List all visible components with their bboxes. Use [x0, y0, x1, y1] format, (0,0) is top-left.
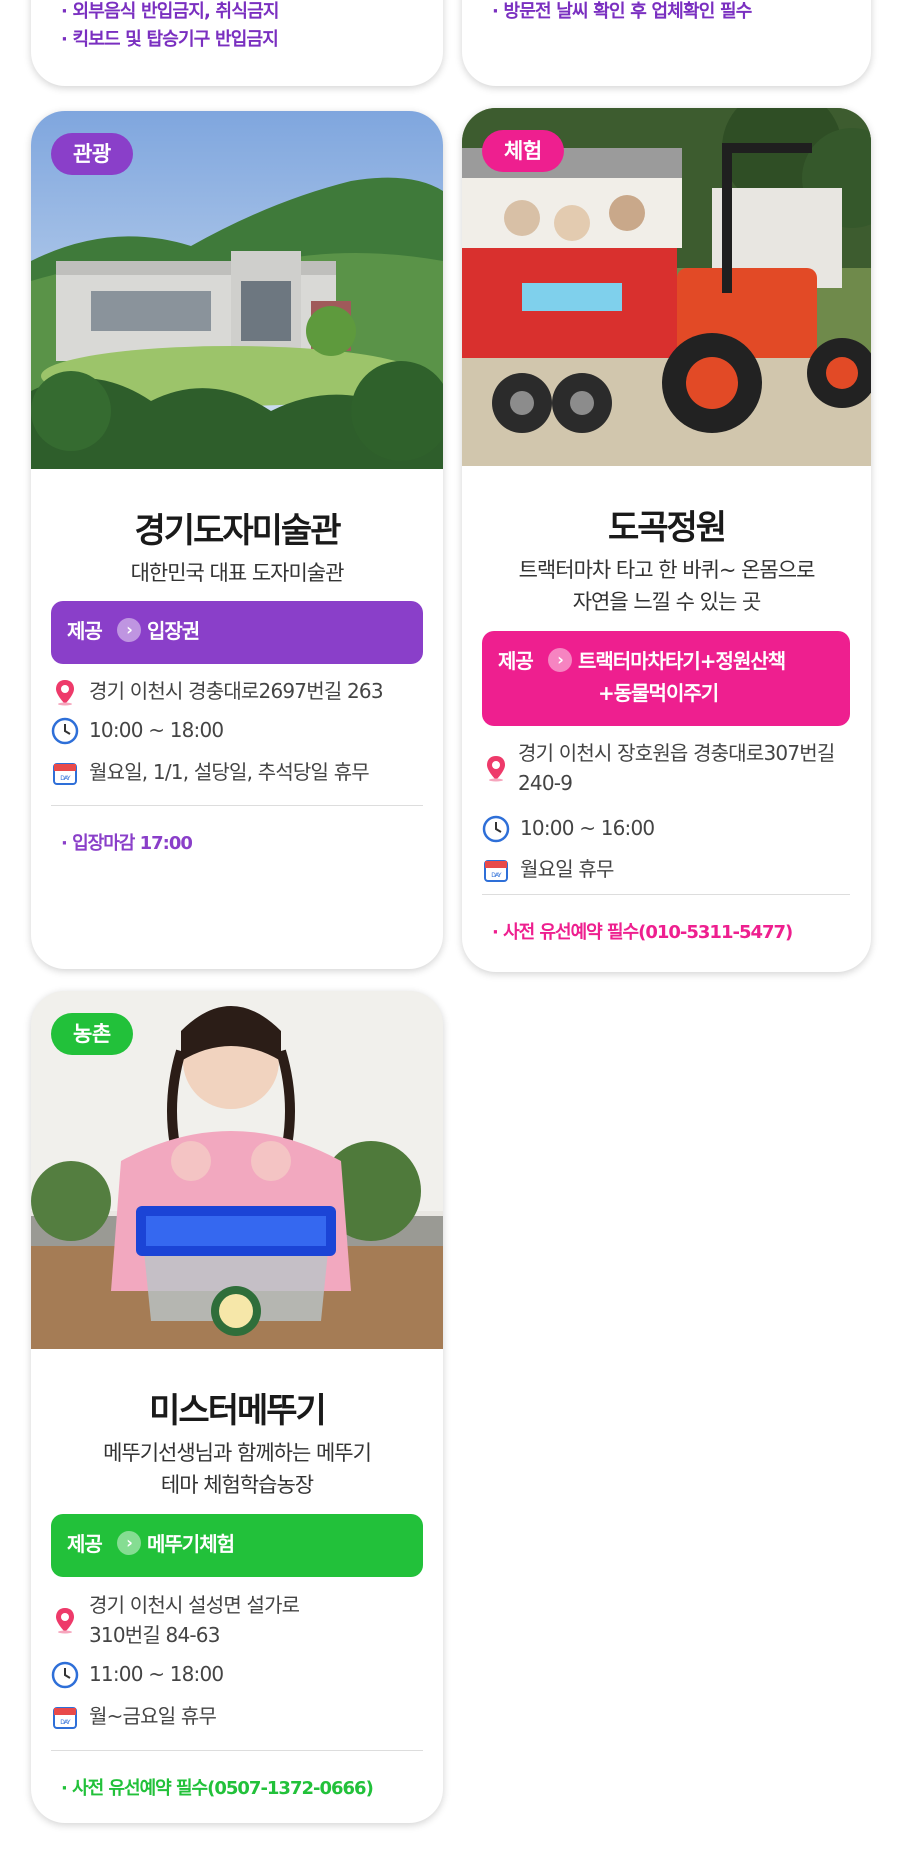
- provide-value: +동물먹이주기: [598, 681, 719, 705]
- place-title: 도곡정원: [607, 508, 727, 548]
- category-badge: 관광: [51, 133, 133, 175]
- provide-box: 제공 › 메뚜기체험: [51, 1514, 423, 1577]
- place-title: 경기도자미술관: [134, 511, 342, 551]
- calendar-icon: DAY: [53, 763, 77, 785]
- visit-note: · 사전 유선예약 필수(010-5311-5477): [492, 922, 793, 943]
- address-row: 경기 이천시 경충대로2697번길 263: [51, 676, 431, 706]
- visit-note: · 입장마감 17:00: [61, 833, 193, 854]
- closed-text: 월요일, 1/1, 설당일, 추석당일 휴무: [89, 760, 370, 784]
- place-card-grasshopper-farm[interactable]: 농촌 미스터메뚜기 메뚜기선생님과 함께하는 메뚜기 테마 체험학습농장 제공 …: [31, 991, 443, 1823]
- chevron-right-icon: ›: [117, 1531, 141, 1555]
- place-card-garden[interactable]: 체험 도곡정원 트랙터마차 타고 한 바퀴~ 온몸으로 자연을 느낄 수 있는 …: [462, 108, 871, 972]
- provide-value: 메뚜기체험: [147, 1532, 235, 1556]
- hours-text: 11:00 ~ 18:00: [89, 1662, 224, 1686]
- map-pin-icon: [56, 680, 74, 706]
- address-text: 240-9: [518, 771, 573, 795]
- provide-box: 제공 › 트랙터마차타기+정원산책 +동물먹이주기: [482, 631, 850, 726]
- category-badge: 체험: [482, 130, 564, 172]
- divider: [51, 805, 423, 806]
- notice-line: · 외부음식 반입금지, 취식금지: [61, 1, 279, 22]
- hours-text: 10:00 ~ 16:00: [520, 816, 655, 840]
- calendar-icon: DAY: [53, 1707, 77, 1729]
- place-description: 메뚜기선생님과 함께하는 메뚜기: [103, 1441, 372, 1465]
- provide-label: 제공: [498, 649, 534, 673]
- provide-label: 제공: [67, 619, 103, 643]
- previous-card-right: · 방문전 날씨 확인 후 업체확인 필수: [462, 0, 871, 86]
- address-text: 경기 이천시 장호원읍 경충대로307번길: [518, 741, 835, 765]
- category-badge: 농촌: [51, 1013, 133, 1055]
- place-description: 테마 체험학습농장: [160, 1473, 314, 1497]
- svg-text:DAY: DAY: [60, 1719, 71, 1726]
- hours-row: 10:00 ~ 16:00: [482, 813, 862, 843]
- chevron-right-icon: ›: [117, 618, 141, 642]
- provide-label: 제공: [67, 1532, 103, 1556]
- place-description: 트랙터마차 타고 한 바퀴~ 온몸으로: [518, 558, 816, 582]
- closed-text: 월요일 휴무: [520, 857, 614, 881]
- place-card-museum[interactable]: 관광 경기도자미술관 대한민국 대표 도자미술관 제공 › 입장권 경기 이천시…: [31, 111, 443, 969]
- address-text: 경기 이천시 경충대로2697번길 263: [89, 679, 384, 703]
- place-description: 자연을 느낄 수 있는 곳: [572, 590, 762, 614]
- svg-text:DAY: DAY: [60, 775, 71, 782]
- provide-value: 트랙터마차타기+정원산책: [578, 649, 786, 673]
- clock-icon: [51, 717, 79, 745]
- place-description: 대한민국 대표 도자미술관: [130, 561, 345, 585]
- chevron-right-icon: ›: [548, 648, 572, 672]
- place-title: 미스터메뚜기: [149, 1391, 327, 1431]
- address-row: 경기 이천시 설성면 설가로 310번길 84-63: [51, 1590, 431, 1650]
- closed-row: DAY 월~금요일 휴무: [51, 1701, 431, 1731]
- previous-card-left: · 외부음식 반입금지, 취식금지 · 킥보드 및 탑승기구 반입금지: [31, 0, 443, 86]
- calendar-icon: DAY: [484, 860, 508, 882]
- hours-row: 10:00 ~ 18:00: [51, 715, 431, 745]
- address-text: 310번길 84-63: [89, 1623, 220, 1647]
- hours-row: 11:00 ~ 18:00: [51, 1659, 431, 1689]
- notice-line: · 킥보드 및 탑승기구 반입금지: [61, 29, 279, 50]
- provide-value: 입장권: [147, 619, 200, 643]
- divider: [482, 894, 850, 895]
- clock-icon: [482, 815, 510, 843]
- svg-text:DAY: DAY: [491, 872, 502, 879]
- visit-note: · 사전 유선예약 필수(0507-1372-0666): [61, 1778, 374, 1799]
- notice-line: · 방문전 날씨 확인 후 업체확인 필수: [492, 1, 752, 22]
- address-text: 경기 이천시 설성면 설가로: [89, 1593, 300, 1617]
- address-row: 경기 이천시 장호원읍 경충대로307번길 240-9: [482, 738, 862, 798]
- closed-row: DAY 월요일 휴무: [482, 854, 862, 884]
- map-pin-icon: [56, 1608, 74, 1634]
- clock-icon: [51, 1661, 79, 1689]
- hours-text: 10:00 ~ 18:00: [89, 718, 224, 742]
- closed-row: DAY 월요일, 1/1, 설당일, 추석당일 휴무: [51, 757, 431, 787]
- provide-box: 제공 › 입장권: [51, 601, 423, 664]
- map-pin-icon: [487, 756, 505, 782]
- closed-text: 월~금요일 휴무: [89, 1704, 217, 1728]
- divider: [51, 1750, 423, 1751]
